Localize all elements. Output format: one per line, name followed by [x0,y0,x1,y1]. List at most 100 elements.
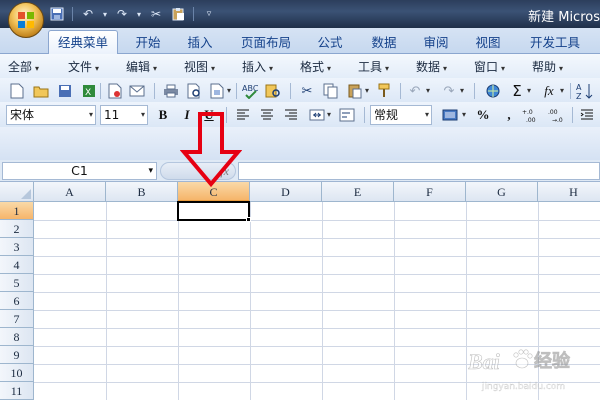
redo-icon[interactable]: ↷ [440,82,458,100]
tab-data[interactable]: 数据 [362,31,406,54]
spelling-icon[interactable]: ABC [242,82,260,100]
chevron-down-icon[interactable]: ▾ [462,110,466,119]
open-folder-icon[interactable] [32,82,50,100]
menu-window[interactable]: 窗口 ▾ [474,58,505,74]
print-setup-icon[interactable] [208,82,226,100]
gridline [466,202,467,400]
indent-icon[interactable] [578,106,596,124]
row-header-3[interactable]: 3 [0,238,34,256]
select-all-button[interactable] [0,182,34,202]
column-header-d[interactable]: D [250,182,322,202]
cut-icon[interactable]: ✂ [298,82,316,100]
hyperlink-icon[interactable] [484,82,502,100]
menu-insert[interactable]: 插入 ▾ [242,58,273,74]
chevron-down-icon[interactable]: ▾ [365,86,369,95]
research-icon[interactable] [264,82,282,100]
name-box[interactable]: C1 ▾ [2,162,157,180]
new-document-icon[interactable] [8,82,26,100]
active-cell-c1[interactable] [177,201,250,221]
tab-home[interactable]: 开始 [126,31,170,54]
column-header-f[interactable]: F [394,182,466,202]
insert-function-icon[interactable]: fx [540,82,558,100]
font-name-select[interactable]: 宋体 ▾ [6,105,96,125]
row-header-8[interactable]: 8 [0,328,34,346]
font-size-select[interactable]: 11 ▾ [100,105,148,125]
save-icon[interactable] [56,82,74,100]
menu-data[interactable]: 数据 ▾ [416,58,447,74]
redo-dropdown-icon[interactable]: ▾ [135,5,143,23]
permission-icon[interactable] [106,82,124,100]
chevron-down-icon[interactable]: ▾ [527,86,531,95]
paste-icon[interactable] [169,5,187,23]
redo-icon[interactable]: ↷ [113,5,131,23]
column-header-b[interactable]: B [106,182,178,202]
tab-developer[interactable]: 开发工具 [520,31,590,54]
chevron-down-icon[interactable]: ▾ [460,86,464,95]
column-header-g[interactable]: G [466,182,538,202]
autosum-icon[interactable]: Σ [508,82,526,100]
formula-input[interactable] [238,162,600,180]
column-header-h[interactable]: H [538,182,600,202]
chevron-down-icon[interactable]: ▾ [426,86,430,95]
row-header-4[interactable]: 4 [0,256,34,274]
print-icon[interactable] [162,82,180,100]
row-header-2[interactable]: 2 [0,220,34,238]
paste-icon[interactable] [346,82,364,100]
number-format-select[interactable]: 常规 ▾ [370,105,432,125]
menu-help[interactable]: 帮助 ▾ [532,58,563,74]
tab-insert[interactable]: 插入 [178,31,222,54]
tab-review[interactable]: 审阅 [414,31,458,54]
align-center-icon[interactable] [258,106,276,124]
qat-separator [193,7,194,21]
save-as-excel-icon[interactable]: X [80,82,98,100]
undo-dropdown-icon[interactable]: ▾ [101,5,109,23]
currency-format-icon[interactable] [442,106,460,124]
tab-formulas[interactable]: 公式 [308,31,352,54]
chevron-down-icon[interactable]: ▾ [227,86,231,95]
row-header-6[interactable]: 6 [0,292,34,310]
customize-qat-icon[interactable]: ▿ [200,5,218,23]
print-preview-icon[interactable] [186,82,204,100]
merge-center-icon[interactable] [308,106,326,124]
align-right-icon[interactable] [282,106,300,124]
wrap-text-icon[interactable] [338,106,356,124]
row-header-11[interactable]: 11 [0,382,34,400]
bold-button[interactable]: B [154,106,172,124]
row-header-9[interactable]: 9 [0,346,34,364]
fill-handle[interactable] [246,217,251,222]
menu-tools[interactable]: 工具 ▾ [358,58,389,74]
menu-view[interactable]: 视图 ▾ [184,58,215,74]
tab-page-layout[interactable]: 页面布局 [234,31,298,54]
menu-label: 格式 [300,60,325,74]
row-header-7[interactable]: 7 [0,310,34,328]
menu-all[interactable]: 全部 ▾ [8,58,39,74]
copy-icon[interactable] [322,82,340,100]
row-header-10[interactable]: 10 [0,364,34,382]
formatting-toolbar: 宋体 ▾ 11 ▾ B I U ▾ 常规 ▾ ▾ % , +.0.00 .00 →… [0,102,600,128]
row-header-1[interactable]: 1 [0,202,34,220]
increase-decimal-icon[interactable]: +.0.00 [522,106,540,124]
column-header-a[interactable]: A [34,182,106,202]
standard-toolbar: X ▾ ABC ✂ ▾ ↶ ▾ ↷ ▾ Σ ▾ fx ▾ AZ [0,78,600,104]
format-painter-icon[interactable] [376,82,394,100]
column-header-e[interactable]: E [322,182,394,202]
save-icon[interactable] [48,5,66,23]
tab-view[interactable]: 视图 [466,31,510,54]
gridline [34,328,600,329]
menu-file[interactable]: 文件 ▾ [68,58,99,74]
percent-style-button[interactable]: % [474,106,492,124]
office-button[interactable] [8,2,44,38]
row-header-5[interactable]: 5 [0,274,34,292]
chevron-down-icon[interactable]: ▾ [327,110,331,119]
menu-edit[interactable]: 编辑 ▾ [126,58,157,74]
cut-icon[interactable]: ✂ [147,5,165,23]
undo-icon[interactable]: ↶ [406,82,424,100]
comma-style-button[interactable]: , [500,106,518,124]
email-icon[interactable] [128,82,146,100]
undo-icon[interactable]: ↶ [79,5,97,23]
menu-format[interactable]: 格式 ▾ [300,58,331,74]
tab-classic-menu[interactable]: 经典菜单 [48,30,118,55]
sort-ascending-icon[interactable]: AZ [576,82,594,100]
decrease-decimal-icon[interactable]: .00 →.0 [548,106,566,124]
chevron-down-icon[interactable]: ▾ [560,86,564,95]
